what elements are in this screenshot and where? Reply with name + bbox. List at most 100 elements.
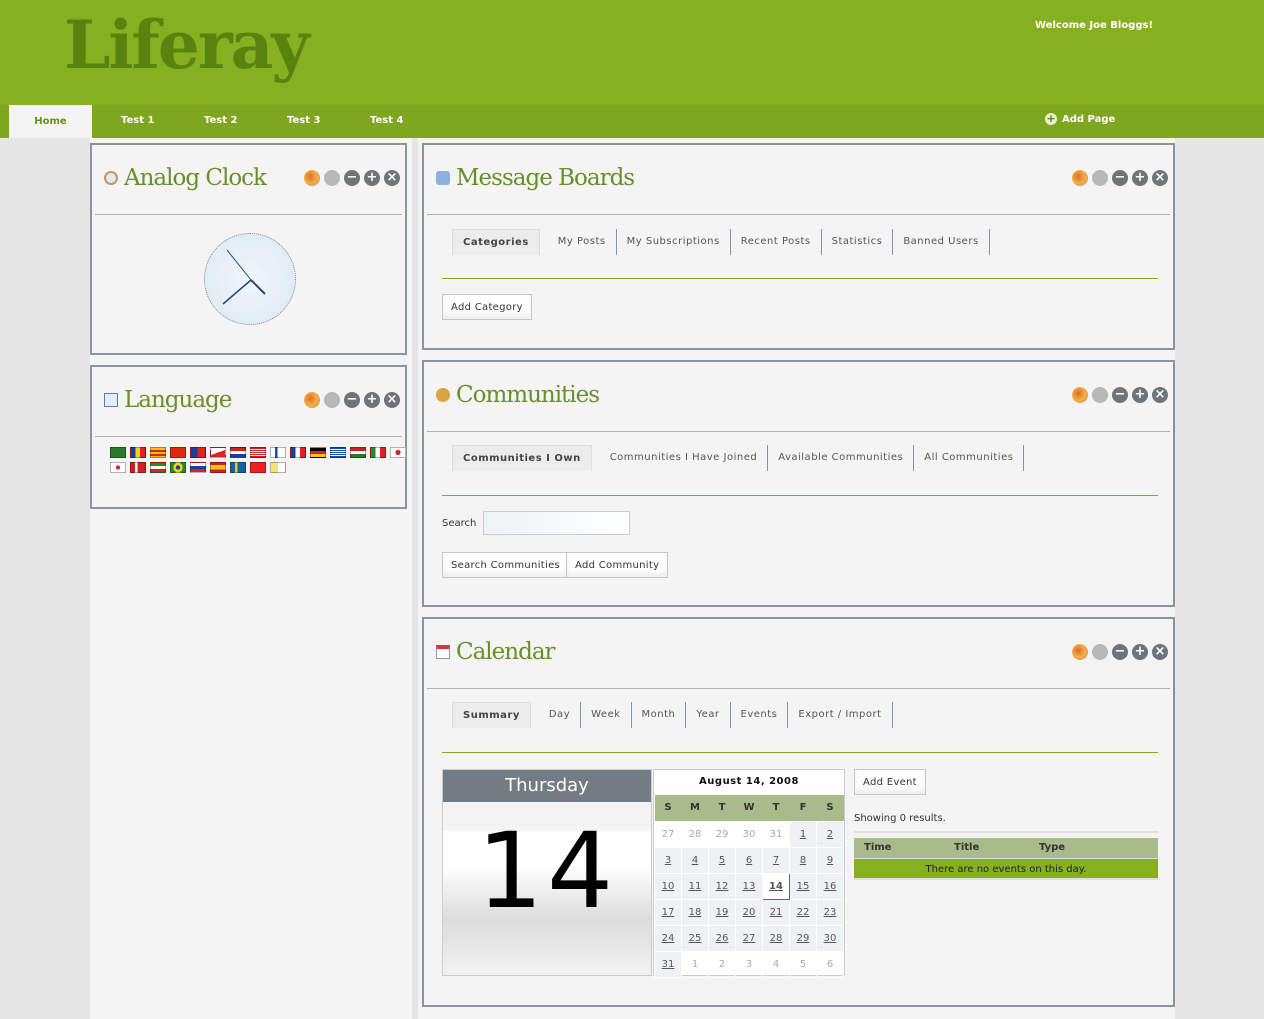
close-icon[interactable]: × (1152, 387, 1168, 403)
maximize-icon[interactable]: + (1132, 387, 1148, 403)
gear-icon[interactable] (1092, 170, 1108, 186)
nav-tab-test-2[interactable]: Test 2 (204, 105, 237, 138)
nav-tab-test-1[interactable]: Test 1 (121, 105, 154, 138)
calendar-day[interactable]: 16 (816, 872, 844, 900)
gear-icon[interactable] (1092, 387, 1108, 403)
calendar-day[interactable]: 23 (816, 898, 844, 926)
calendar-day[interactable]: 5 (708, 846, 736, 874)
flag-korea-icon[interactable] (110, 462, 126, 473)
tab-statistics[interactable]: Statistics (822, 229, 894, 255)
minimize-icon[interactable]: − (1112, 170, 1128, 186)
calendar-day[interactable]: 27 (735, 924, 763, 952)
flag-finland-icon[interactable] (270, 447, 286, 458)
flag-germany-icon[interactable] (310, 447, 326, 458)
flag-turkey-icon[interactable] (250, 462, 266, 473)
tab-communities-i-have-joined[interactable]: Communities I Have Joined (600, 445, 769, 471)
flag-taiwan-icon[interactable] (190, 447, 206, 458)
close-icon[interactable]: × (1152, 170, 1168, 186)
calendar-day[interactable]: 30 (816, 924, 844, 952)
calendar-day[interactable]: 3 (654, 846, 682, 874)
minimize-icon[interactable]: − (1112, 387, 1128, 403)
calendar-day[interactable]: 25 (681, 924, 709, 952)
flag-spain-icon[interactable] (210, 462, 226, 473)
tab-communities-i-own[interactable]: Communities I Own (452, 445, 592, 471)
tab-recent-posts[interactable]: Recent Posts (731, 229, 822, 255)
calendar-day[interactable]: 24 (654, 924, 682, 952)
maximize-icon[interactable]: + (364, 170, 380, 186)
tab-available-communities[interactable]: Available Communities (768, 445, 915, 471)
tab-banned-users[interactable]: Banned Users (893, 229, 990, 255)
flag-greece-icon[interactable] (330, 447, 346, 458)
calendar-day[interactable]: 14 (762, 872, 790, 900)
calendar-day[interactable]: 13 (735, 872, 763, 900)
close-icon[interactable]: × (1152, 644, 1168, 660)
calendar-day[interactable]: 29 (789, 924, 817, 952)
flag-russia-icon[interactable] (190, 462, 206, 473)
calendar-day[interactable]: 15 (789, 872, 817, 900)
nav-tab-home[interactable]: Home (9, 105, 92, 138)
search-input[interactable] (483, 511, 630, 535)
flag-netherlands-icon[interactable] (230, 447, 246, 458)
configure-icon[interactable] (304, 392, 320, 408)
flag-france-icon[interactable] (290, 447, 306, 458)
gear-icon[interactable] (1092, 644, 1108, 660)
close-icon[interactable]: × (384, 170, 400, 186)
close-icon[interactable]: × (384, 392, 400, 408)
calendar-day[interactable]: 4 (681, 846, 709, 874)
calendar-day[interactable]: 9 (816, 846, 844, 874)
configure-icon[interactable] (1072, 387, 1088, 403)
flag-italy-icon[interactable] (370, 447, 386, 458)
tab-my-subscriptions[interactable]: My Subscriptions (617, 229, 731, 255)
search-communities-button[interactable]: Search Communities (442, 552, 570, 578)
calendar-day[interactable]: 10 (654, 872, 682, 900)
calendar-day[interactable]: 11 (681, 872, 709, 900)
configure-icon[interactable] (1072, 170, 1088, 186)
tab-month[interactable]: Month (632, 702, 687, 728)
flag-brazil-icon[interactable] (170, 462, 186, 473)
add-event-button[interactable]: Add Event (854, 769, 926, 795)
calendar-day[interactable]: 2 (816, 820, 844, 848)
tab-events[interactable]: Events (731, 702, 789, 728)
calendar-day[interactable]: 18 (681, 898, 709, 926)
tab-my-posts[interactable]: My Posts (548, 229, 617, 255)
minimize-icon[interactable]: − (344, 392, 360, 408)
flag-czech-icon[interactable] (210, 447, 226, 458)
tab-export-import[interactable]: Export / Import (788, 702, 893, 728)
tab-day[interactable]: Day (539, 702, 582, 728)
calendar-day[interactable]: 20 (735, 898, 763, 926)
flag-andorra-icon[interactable] (130, 447, 146, 458)
calendar-day[interactable]: 28 (762, 924, 790, 952)
tab-year[interactable]: Year (686, 702, 731, 728)
tab-categories[interactable]: Categories (452, 229, 540, 255)
configure-icon[interactable] (304, 170, 320, 186)
tab-week[interactable]: Week (581, 702, 632, 728)
calendar-day[interactable]: 22 (789, 898, 817, 926)
calendar-day[interactable]: 21 (762, 898, 790, 926)
flag-iran-icon[interactable] (150, 462, 166, 473)
gear-icon[interactable] (324, 170, 340, 186)
flag-usa-icon[interactable] (250, 447, 266, 458)
flag-norway-icon[interactable] (130, 462, 146, 473)
maximize-icon[interactable]: + (364, 392, 380, 408)
maximize-icon[interactable]: + (1132, 644, 1148, 660)
flag-hungary-icon[interactable] (350, 447, 366, 458)
calendar-day[interactable]: 7 (762, 846, 790, 874)
tab-all-communities[interactable]: All Communities (914, 445, 1025, 471)
calendar-day[interactable]: 19 (708, 898, 736, 926)
flag-china-icon[interactable] (170, 447, 186, 458)
flag-japan-icon[interactable] (390, 447, 406, 458)
calendar-day[interactable]: 1 (789, 820, 817, 848)
nav-tab-test-3[interactable]: Test 3 (287, 105, 320, 138)
minimize-icon[interactable]: − (344, 170, 360, 186)
add-community-button[interactable]: Add Community (566, 552, 669, 578)
tab-summary[interactable]: Summary (452, 702, 531, 728)
flag-vatican-icon[interactable] (270, 462, 286, 473)
add-category-button[interactable]: Add Category (442, 294, 532, 320)
calendar-day[interactable]: 26 (708, 924, 736, 952)
nav-tab-test-4[interactable]: Test 4 (370, 105, 403, 138)
flag-saudi-arabia-icon[interactable] (110, 447, 126, 458)
calendar-day[interactable]: 6 (735, 846, 763, 874)
flag-catalonia-icon[interactable] (150, 447, 166, 458)
calendar-day[interactable]: 17 (654, 898, 682, 926)
logo[interactable]: Liferay (64, 6, 310, 84)
